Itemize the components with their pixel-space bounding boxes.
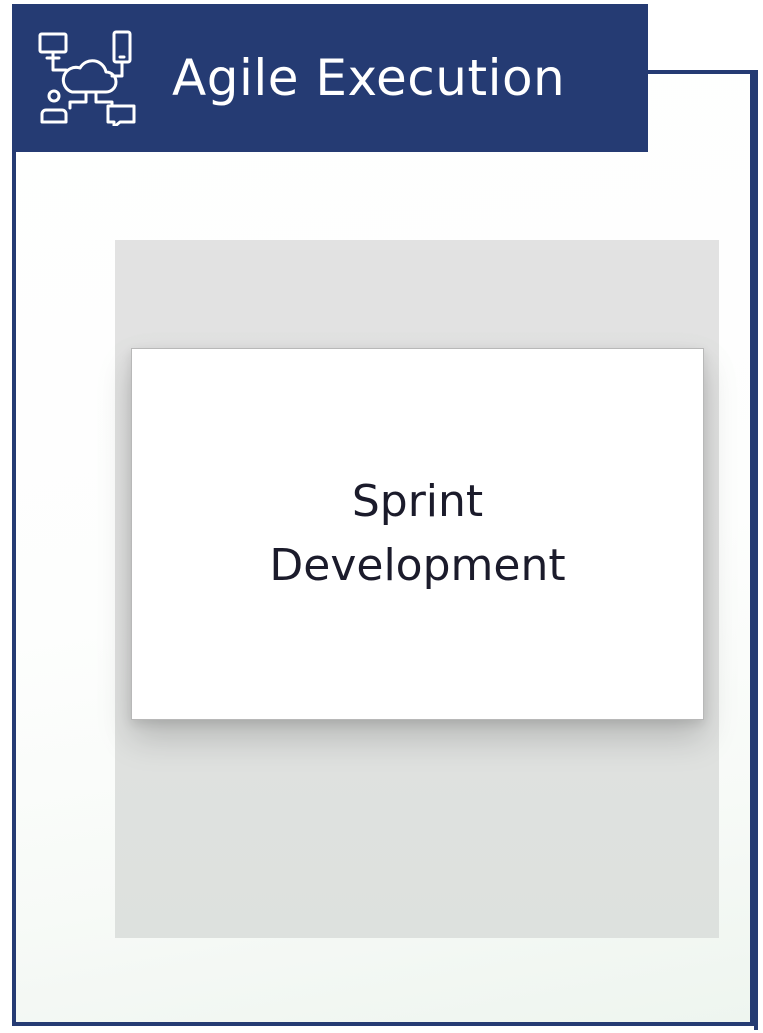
- frame-right-edge: [754, 70, 758, 1030]
- cloud-network-devices-icon: [36, 30, 140, 129]
- frame-notch: [648, 0, 763, 72]
- card-label: Sprint Development: [269, 476, 566, 591]
- section-title: Agile Execution: [172, 49, 566, 107]
- section-header: Agile Execution: [12, 4, 648, 152]
- process-card: Sprint Development: [131, 348, 704, 720]
- frame-top-edge: [648, 70, 758, 74]
